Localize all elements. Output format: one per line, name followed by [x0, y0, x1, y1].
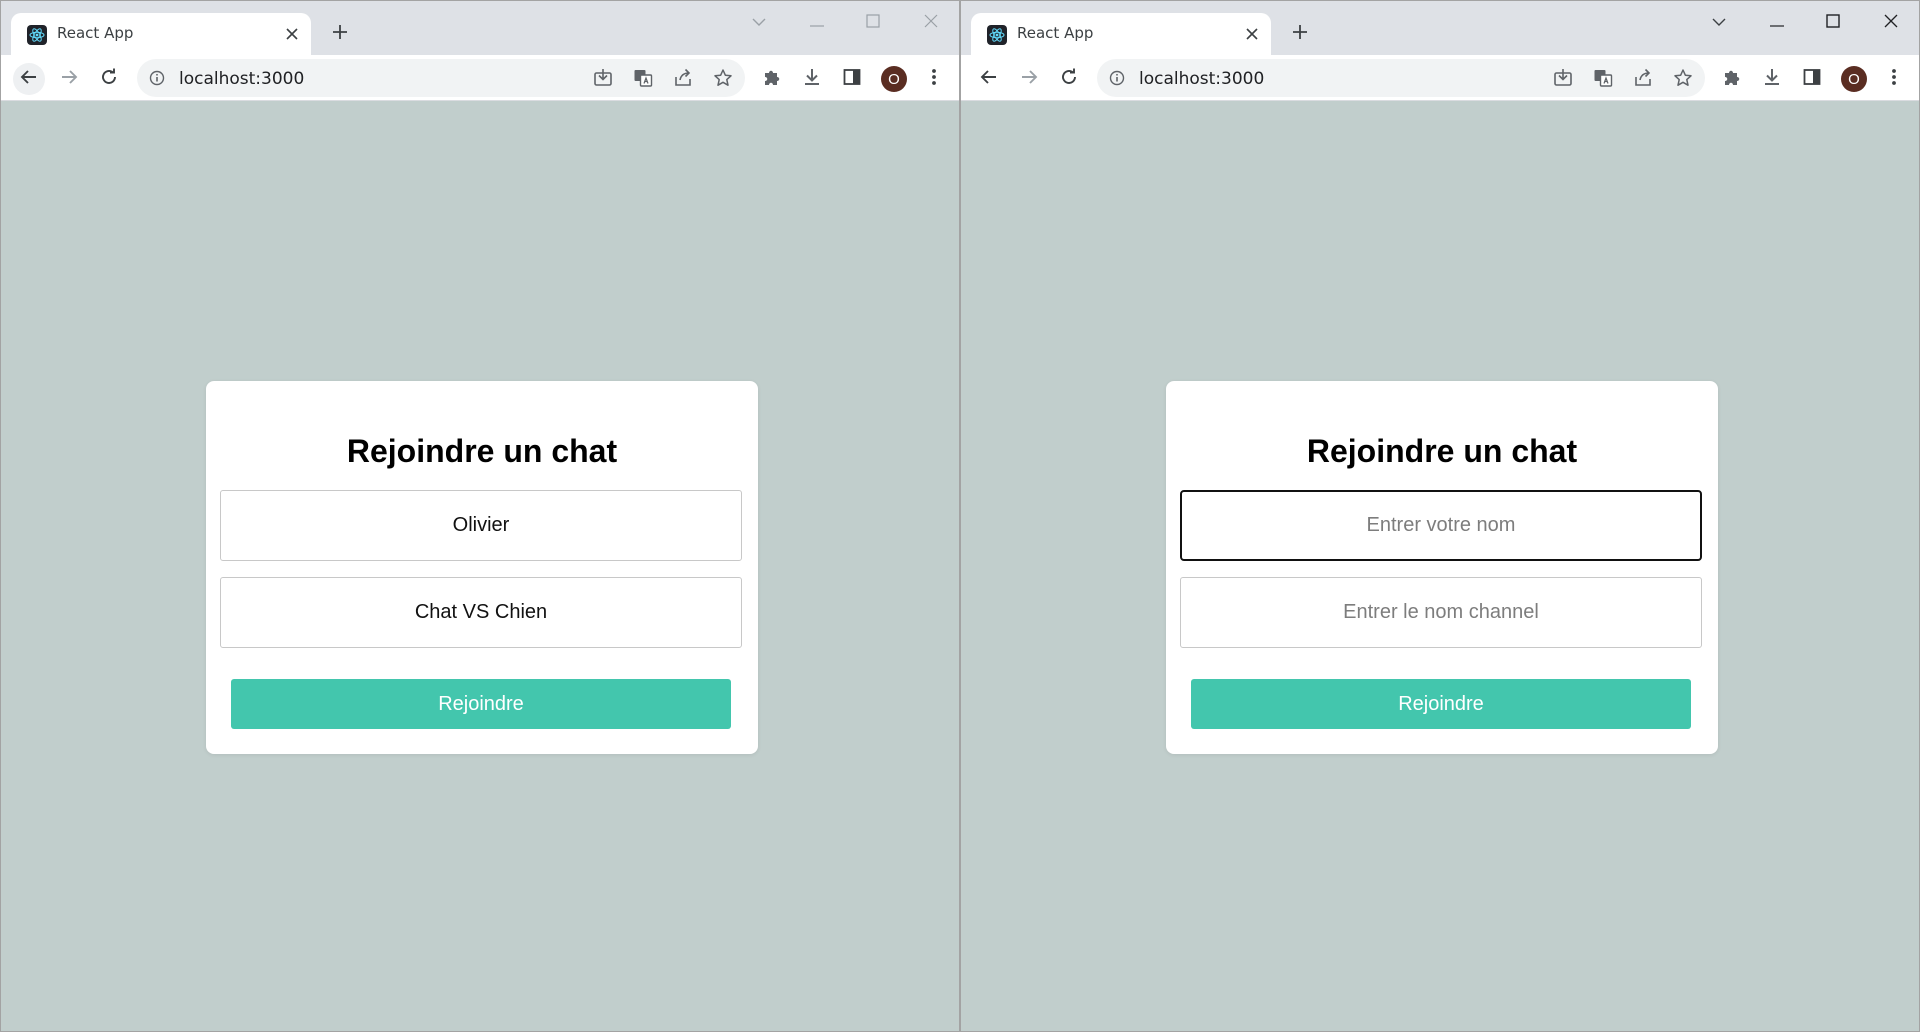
maximize-button[interactable]: [1813, 9, 1853, 37]
menu-button[interactable]: [919, 64, 949, 94]
downloads-button[interactable]: [797, 64, 827, 94]
card-title: Rejoindre un chat: [346, 433, 618, 469]
minimize-button[interactable]: [797, 9, 837, 37]
page-viewport: Rejoindre un chat Rejoindre: [1, 102, 959, 1031]
close-icon: [1884, 14, 1898, 33]
forward-arrow-icon: [1020, 68, 1038, 91]
react-favicon-icon: [27, 25, 47, 45]
page-viewport: Rejoindre un chat Rejoindre: [961, 102, 1919, 1031]
puzzle-icon: [1722, 67, 1742, 92]
info-icon[interactable]: [147, 68, 167, 88]
back-arrow-icon: [980, 68, 998, 91]
browser-toolbar: localhost:3000 O: [961, 55, 1919, 101]
browser-toolbar: localhost:3000 O: [1, 55, 959, 101]
maximize-icon: [866, 13, 880, 33]
join-button[interactable]: Rejoindre: [1191, 679, 1691, 729]
share-icon[interactable]: [1631, 66, 1655, 90]
profile-avatar[interactable]: O: [881, 66, 907, 92]
new-tab-button[interactable]: [327, 21, 353, 47]
forward-arrow-icon: [60, 68, 78, 91]
browser-window-left: React App localhost:3000 O Rejoindre un …: [0, 0, 960, 1032]
tab-title: React App: [1017, 24, 1094, 42]
forward-button[interactable]: [53, 63, 85, 95]
translate-icon[interactable]: [631, 66, 655, 90]
channel-input[interactable]: [1180, 577, 1702, 648]
minimize-icon: [810, 14, 824, 32]
back-button[interactable]: [973, 63, 1005, 95]
card-title: Rejoindre un chat: [1306, 433, 1578, 469]
tab-search-button[interactable]: [1699, 9, 1739, 37]
close-icon[interactable]: [281, 23, 303, 45]
back-arrow-icon: [20, 68, 38, 91]
info-icon[interactable]: [1107, 68, 1127, 88]
side-panel-button[interactable]: [837, 64, 867, 94]
plus-icon: [332, 24, 348, 45]
extensions-button[interactable]: [757, 64, 787, 94]
download-icon: [1762, 67, 1782, 92]
minimize-icon: [1770, 14, 1784, 32]
share-icon[interactable]: [671, 66, 695, 90]
channel-input[interactable]: [220, 577, 742, 648]
address-url: localhost:3000: [1139, 69, 1265, 89]
reload-icon: [1060, 68, 1078, 91]
forward-button[interactable]: [1013, 63, 1045, 95]
chevron-down-icon: [752, 14, 766, 32]
tab-strip: React App: [1, 1, 959, 55]
plus-icon: [1292, 24, 1308, 45]
translate-icon[interactable]: [1591, 66, 1615, 90]
maximize-button[interactable]: [853, 9, 893, 37]
side-panel-icon: [842, 67, 862, 92]
tab-title: React App: [57, 24, 134, 42]
star-icon[interactable]: [711, 66, 735, 90]
close-icon[interactable]: [1241, 23, 1263, 45]
back-button[interactable]: [13, 63, 45, 95]
name-input[interactable]: [1180, 490, 1702, 561]
reload-icon: [100, 68, 118, 91]
downloads-button[interactable]: [1757, 64, 1787, 94]
tab-search-button[interactable]: [739, 9, 779, 37]
close-window-button[interactable]: [911, 9, 951, 37]
kebab-menu-icon: [931, 67, 937, 92]
close-icon: [924, 14, 938, 33]
close-window-button[interactable]: [1871, 9, 1911, 37]
extensions-button[interactable]: [1717, 64, 1747, 94]
reload-button[interactable]: [1053, 63, 1085, 95]
join-button[interactable]: Rejoindre: [231, 679, 731, 729]
browser-tab[interactable]: React App: [11, 13, 311, 55]
join-chat-card: Rejoindre un chat Rejoindre: [1166, 381, 1718, 754]
profile-avatar[interactable]: O: [1841, 66, 1867, 92]
install-app-icon[interactable]: [591, 66, 615, 90]
menu-button[interactable]: [1879, 64, 1909, 94]
tab-strip: React App: [961, 1, 1919, 55]
address-bar[interactable]: localhost:3000: [137, 59, 745, 97]
puzzle-icon: [762, 67, 782, 92]
address-url: localhost:3000: [179, 69, 305, 89]
side-panel-button[interactable]: [1797, 64, 1827, 94]
reload-button[interactable]: [93, 63, 125, 95]
maximize-icon: [1826, 13, 1840, 33]
minimize-button[interactable]: [1757, 9, 1797, 37]
address-bar[interactable]: localhost:3000: [1097, 59, 1705, 97]
browser-window-right: React App localhost:3000 O Rejoindre un …: [960, 0, 1920, 1032]
react-favicon-icon: [987, 25, 1007, 45]
new-tab-button[interactable]: [1287, 21, 1313, 47]
star-icon[interactable]: [1671, 66, 1695, 90]
browser-tab[interactable]: React App: [971, 13, 1271, 55]
join-chat-card: Rejoindre un chat Rejoindre: [206, 381, 758, 754]
download-icon: [802, 67, 822, 92]
install-app-icon[interactable]: [1551, 66, 1575, 90]
chevron-down-icon: [1712, 14, 1726, 32]
side-panel-icon: [1802, 67, 1822, 92]
kebab-menu-icon: [1891, 67, 1897, 92]
name-input[interactable]: [220, 490, 742, 561]
